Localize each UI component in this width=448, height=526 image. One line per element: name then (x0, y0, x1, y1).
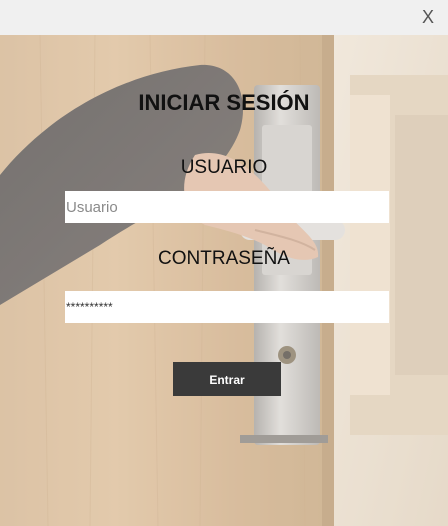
page-title: INICIAR SESIÓN (138, 90, 310, 115)
password-field[interactable] (65, 291, 389, 323)
username-label: USUARIO (180, 157, 268, 178)
submit-button[interactable]: Entrar (173, 362, 281, 396)
login-window: X INICIAR SESIÓN USUARIO Usuario CONTRAS… (0, 0, 448, 526)
username-field[interactable] (65, 191, 389, 223)
title-bar: X (0, 0, 448, 35)
password-label: CONTRASEÑA (158, 248, 290, 269)
close-button[interactable]: X (418, 6, 438, 28)
